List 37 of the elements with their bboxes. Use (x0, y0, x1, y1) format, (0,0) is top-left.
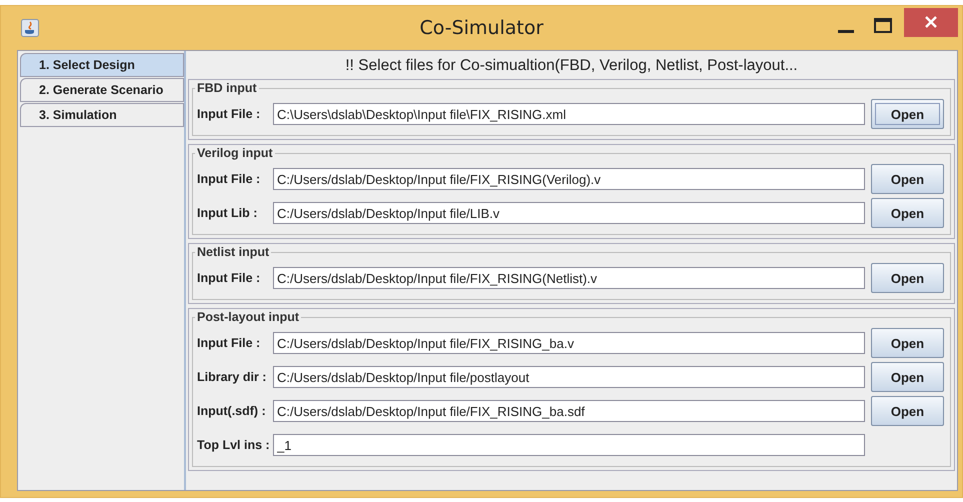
section-title: Netlist input (196, 245, 270, 259)
input-field[interactable]: C:/Users/dslab/Desktop/Input file/LIB.v (273, 202, 865, 224)
window-title: Co-Simulator (418, 17, 544, 39)
close-icon (925, 16, 937, 28)
input-field[interactable]: C:/Users/dslab/Desktop/Input file/FIX_RISING_ba.v (273, 332, 865, 354)
input-field[interactable]: C:/Users/dslab/Desktop/Input file/FIX_RISING(Verilog).v (273, 168, 865, 190)
input-field[interactable]: _1 (273, 434, 865, 456)
coffee-cup-icon[interactable] (21, 19, 39, 37)
maximize-icon[interactable] (874, 18, 892, 32)
tab[interactable]: 3. Simulation (20, 103, 184, 127)
minimize-icon[interactable] (838, 30, 854, 34)
field-label: Input File : (197, 172, 262, 186)
input-field[interactable]: C:/Users/dslab/Desktop/Input file/FIX_RISING_ba.sdf (273, 400, 865, 422)
input-field[interactable]: C:/Users/dslab/Desktop/Input file/FIX_RISING(Netlist).v (273, 267, 865, 289)
open-button[interactable]: Open (871, 396, 944, 426)
close-button[interactable] (904, 8, 958, 36)
open-button[interactable]: Open (871, 362, 944, 392)
open-button[interactable]: Open (871, 198, 944, 228)
input-field[interactable]: C:/Users/dslab/Desktop/Input file/postlayout (273, 366, 865, 388)
field-label: Input File : (197, 107, 262, 121)
section-title: Verilog input (196, 146, 274, 160)
open-button[interactable]: Open (871, 99, 944, 129)
field-label: Input(.sdf) : (197, 404, 267, 418)
tab[interactable]: 1. Select Design (20, 53, 184, 77)
field-label: Input File : (197, 271, 262, 285)
field-label: Input Lib : (197, 206, 258, 220)
field-label: Top Lvl ins : (197, 438, 267, 452)
field-label: Input File : (197, 336, 262, 350)
input-field[interactable]: C:\Users\dslab\Desktop\Input file\FIX_RISING.xml (273, 103, 865, 125)
open-button[interactable]: Open (871, 164, 944, 194)
section-title: Post-layout input (196, 310, 300, 324)
tab[interactable]: 2. Generate Scenario (20, 78, 184, 102)
open-button[interactable]: Open (871, 328, 944, 358)
open-button[interactable]: Open (871, 263, 944, 293)
field-label: Library dir : (197, 370, 267, 384)
heading-text: !! Select files for Co-simualtion(FBD, Verilog, Netlist, Post-layout... (344, 56, 799, 76)
section-title: FBD input (196, 81, 258, 95)
